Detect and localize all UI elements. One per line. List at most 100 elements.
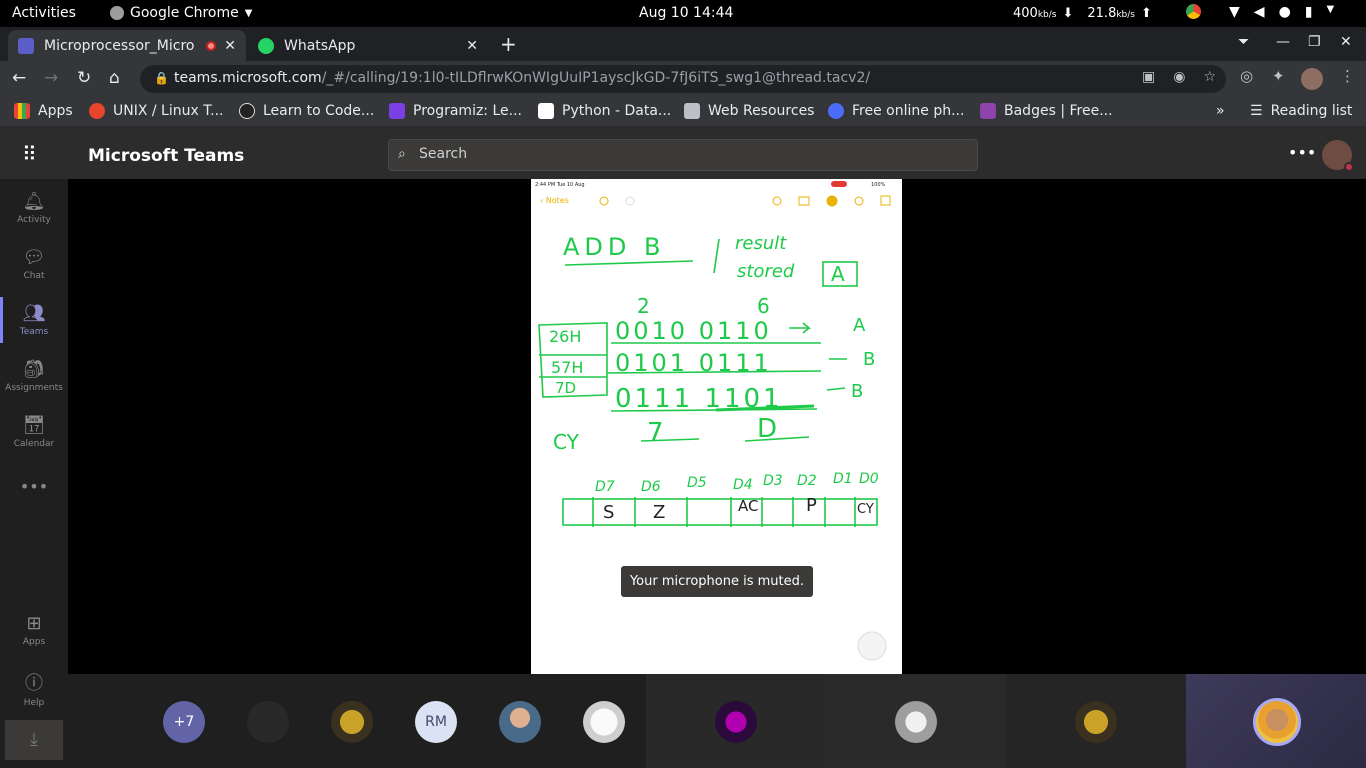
code-favicon-icon: [239, 103, 255, 119]
notes-back-label[interactable]: ‹ Notes: [540, 196, 569, 205]
url-text[interactable]: teams.microsoft.com/_#/calling/19:1l0-tI…: [174, 70, 870, 86]
participant-avatar[interactable]: [715, 701, 757, 743]
maximize-icon[interactable]: ❐: [1308, 34, 1321, 50]
app-menu[interactable]: Google Chrome ▼: [110, 5, 252, 21]
participant-avatar[interactable]: [583, 701, 625, 743]
bookmark-python[interactable]: Python - Data...: [538, 103, 671, 119]
extension-icon[interactable]: ◎: [1240, 67, 1253, 85]
participant-avatar-initials[interactable]: RM: [415, 701, 457, 743]
bookmark-star-icon[interactable]: ☆: [1203, 69, 1216, 85]
tab-title: Microprocessor_Micro: [44, 37, 195, 54]
close-tab-icon[interactable]: ✕: [224, 38, 236, 54]
camera-blocked-icon[interactable]: ▣: [1142, 69, 1155, 85]
rail-label: Apps: [22, 637, 46, 647]
eye-icon[interactable]: ◉: [1173, 69, 1185, 85]
volume-icon[interactable]: ◀: [1254, 4, 1265, 20]
app-menu-label: Google Chrome: [130, 5, 239, 21]
participant-avatar[interactable]: [1075, 701, 1117, 743]
profile-avatar[interactable]: [1301, 68, 1323, 90]
rail-more-icon[interactable]: •••: [0, 477, 68, 496]
rail-item-teams[interactable]: 👥︎ Teams: [0, 297, 68, 343]
app-launcher-icon[interactable]: ⠿: [22, 142, 37, 166]
undo-icon[interactable]: [599, 196, 609, 206]
pen-tool-icon[interactable]: [857, 631, 887, 661]
rail-item-chat[interactable]: 💬︎ Chat: [0, 247, 68, 281]
battery-icon[interactable]: ▮: [1305, 4, 1313, 20]
programiz-favicon-icon: [389, 103, 405, 119]
my-avatar[interactable]: [1322, 140, 1354, 172]
address-bar[interactable]: 🔒 teams.microsoft.com/_#/calling/19:1l0-…: [140, 65, 1226, 93]
extensions-puzzle-icon[interactable]: ✦: [1272, 67, 1285, 85]
tab-teams[interactable]: Microprocessor_Micro ✕: [8, 30, 246, 61]
calendar-icon: 📅︎: [22, 415, 46, 436]
search-box[interactable]: ⌕: [388, 139, 978, 171]
rail-item-help[interactable]: ⓘ Help: [0, 669, 68, 708]
markup-pen-icon[interactable]: [826, 195, 838, 207]
participant-avatar[interactable]: [331, 701, 373, 743]
ink-row1-bits: 0010 0110: [615, 317, 772, 345]
clock[interactable]: Aug 10 14:44: [639, 5, 733, 21]
bookmarks-overflow-icon[interactable]: »: [1216, 103, 1225, 119]
divider-stroke: [713, 238, 720, 274]
more-options-icon[interactable]: •••: [1288, 143, 1316, 162]
bookmark-free-online[interactable]: Free online ph...: [828, 103, 964, 119]
lock-icon[interactable]: 🔒: [154, 71, 169, 85]
camera-icon[interactable]: [798, 196, 810, 206]
register-arrows: [789, 322, 847, 391]
flag-header-d7: D7: [595, 479, 615, 495]
tab-search-icon[interactable]: ⏷: [1238, 34, 1249, 50]
activities-button[interactable]: Activities: [12, 5, 76, 21]
ipad-status-bar: 2:44 PM Tue 10 Aug 100%: [535, 181, 886, 188]
reading-list-button[interactable]: ☰ Reading list: [1250, 103, 1352, 119]
close-tab-icon[interactable]: ✕: [466, 38, 478, 54]
participant-avatar[interactable]: [247, 701, 289, 743]
more-icon[interactable]: [854, 196, 864, 206]
bookmark-unix[interactable]: UNIX / Linux T...: [89, 103, 223, 119]
chrome-menu-icon[interactable]: ⋮: [1340, 67, 1355, 85]
rail-label: Assignments: [5, 383, 63, 393]
notes-toolbar: ‹ Notes: [540, 195, 891, 207]
search-input[interactable]: [419, 146, 959, 162]
home-icon[interactable]: ⌂: [109, 68, 120, 88]
new-tab-button[interactable]: +: [500, 32, 517, 56]
rail-item-activity[interactable]: 🔔︎ Activity: [0, 191, 68, 225]
active-speaker-avatar[interactable]: [1253, 698, 1301, 746]
upload-unit: kb/s: [1116, 10, 1135, 20]
minimize-icon[interactable]: —: [1276, 34, 1290, 50]
wifi-icon[interactable]: ▼: [1229, 4, 1240, 20]
flag-p: P: [806, 495, 817, 516]
redo-icon[interactable]: [625, 196, 635, 206]
rail-item-calendar[interactable]: 📅︎ Calendar: [0, 415, 68, 449]
rail-item-apps[interactable]: ⊞ Apps: [0, 613, 68, 647]
checklist-icon[interactable]: [772, 196, 782, 206]
bookmark-apps[interactable]: Apps: [14, 103, 73, 119]
screen-recording-icon: [831, 181, 847, 187]
bookmark-web-resources[interactable]: Web Resources: [684, 103, 814, 119]
more-participants-button[interactable]: +7: [163, 701, 205, 743]
forward-arrow-icon[interactable]: →: [44, 68, 58, 88]
reload-icon[interactable]: ↻: [77, 68, 91, 88]
system-tray[interactable]: ▼ ◀ ● ▮ ▼: [1186, 4, 1334, 20]
back-arrow-icon[interactable]: ←: [12, 68, 26, 88]
bookmark-badges[interactable]: Badges | Free...: [980, 103, 1113, 119]
download-arrow-icon: ⬇: [1062, 6, 1074, 21]
bookmark-label: Python - Data...: [562, 103, 672, 119]
app-rail: 🔔︎ Activity 💬︎ Chat 👥︎ Teams 🎒︎ Assignments …: [0, 179, 68, 768]
teams-favicon-icon: [18, 37, 34, 54]
ink-row2-reg: B: [863, 349, 875, 370]
participant-avatar[interactable]: [895, 701, 937, 743]
close-window-icon[interactable]: ✕: [1340, 34, 1352, 50]
microphone-icon[interactable]: ●: [1279, 4, 1291, 20]
chrome-tray-icon[interactable]: [1186, 4, 1201, 19]
compose-icon[interactable]: [880, 195, 891, 206]
bookmark-programiz[interactable]: Programiz: Le...: [389, 103, 522, 119]
bookmark-learn-to-code[interactable]: Learn to Code...: [239, 103, 374, 119]
flag-header-d5: D5: [687, 475, 707, 491]
participant-avatar[interactable]: [499, 701, 541, 743]
upload-arrow-icon: ⬆: [1141, 6, 1152, 21]
rail-item-assignments[interactable]: 🎒︎ Assignments: [0, 359, 68, 393]
system-menu-caret-icon[interactable]: ▼: [1327, 4, 1335, 20]
download-app-button[interactable]: ⤓: [5, 720, 63, 760]
tab-whatsapp[interactable]: WhatsApp ✕: [248, 30, 488, 61]
recording-icon: [206, 40, 217, 51]
